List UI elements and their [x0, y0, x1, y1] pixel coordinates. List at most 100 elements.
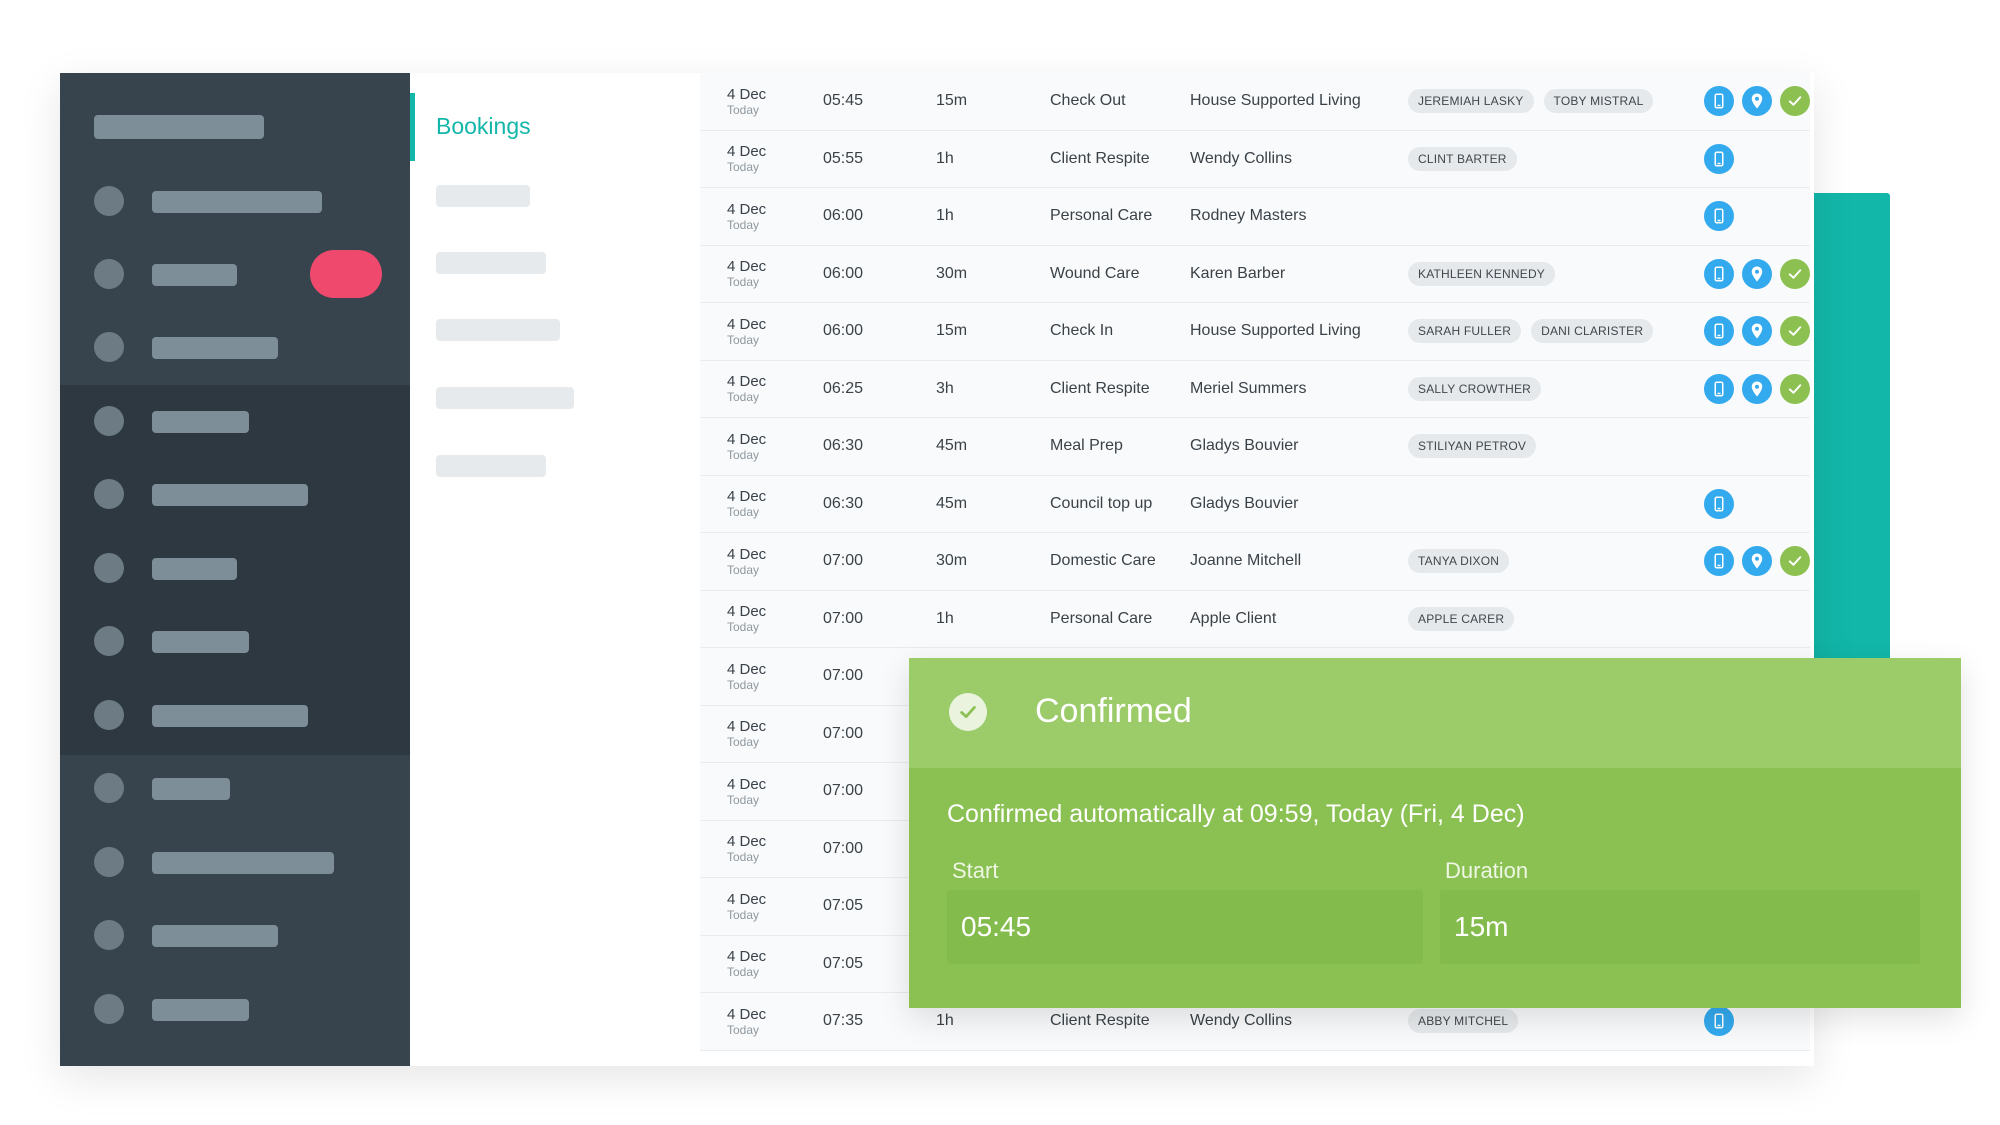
table-row[interactable]: 4 Dec Today 06:00 15m Check In House Supporte…: [700, 303, 1810, 361]
staff-badge[interactable]: DANI CLARISTER: [1531, 319, 1654, 343]
subnav-item-placeholder[interactable]: [436, 319, 560, 341]
sidebar-item[interactable]: [94, 553, 394, 583]
table-row[interactable]: 4 Dec Today 05:45 15m Check Out House Support…: [700, 73, 1810, 131]
staff-badge[interactable]: STILIYAN PETROV: [1408, 434, 1537, 458]
day-text: Today: [727, 850, 760, 864]
time-cell: 06:00: [823, 207, 864, 224]
sidebar-item-icon: [94, 332, 124, 362]
table-row[interactable]: 4 Dec Today 05:55 1h Client Respite Wendy Col…: [700, 130, 1810, 188]
sidebar-item-icon: [94, 994, 124, 1024]
staff-badge[interactable]: ABBY MITCHEL: [1408, 1009, 1519, 1033]
date-text: 4 Dec: [727, 775, 767, 793]
status-icons-cell: [1704, 131, 1734, 187]
staff-cell: SARAH FULLER DANI CLARISTER: [1408, 303, 1654, 359]
phone-icon[interactable]: [1704, 258, 1734, 289]
staff-badge[interactable]: JEREMIAH LASKY: [1408, 89, 1534, 113]
check-icon[interactable]: [1780, 86, 1810, 116]
table-row[interactable]: 4 Dec Today 06:00 30m Wound Care Karen Barber…: [700, 245, 1810, 303]
status-icons-cell: [1704, 73, 1810, 129]
table-row[interactable]: 4 Dec Today 07:00 30m Domestic Care Joanne Mi…: [700, 533, 1810, 591]
client-cell: Gladys Bouvier: [1190, 437, 1299, 454]
client-cell: Karen Barber: [1190, 264, 1286, 282]
start-field[interactable]: 05:45: [947, 890, 1423, 964]
staff-badge[interactable]: KATHLEEN KENNEDY: [1408, 261, 1556, 286]
booking-type-cell: Client Respite: [1050, 149, 1150, 167]
client-cell: Apple Client: [1190, 609, 1277, 627]
subnav-item-placeholder[interactable]: [436, 185, 530, 207]
sidebar-item[interactable]: [94, 479, 394, 509]
duration-cell: 15m: [936, 322, 968, 339]
sidebar-item[interactable]: [94, 920, 394, 950]
day-text: Today: [727, 102, 760, 117]
day-text: Today: [727, 390, 760, 404]
sidebar-item-label-placeholder: [152, 631, 249, 653]
table-row[interactable]: 4 Dec Today 06:00 1h Personal Care Rodney Mas…: [700, 188, 1810, 246]
table-row[interactable]: 4 Dec Today 06:30 45m Meal Prep Gladys Bouvie…: [700, 418, 1810, 476]
table-row[interactable]: 4 Dec Today 07:00 1h Personal Care Apple Clie…: [700, 590, 1810, 648]
notification-badge[interactable]: [310, 250, 382, 298]
subnav-item-bookings[interactable]: Bookings: [436, 113, 531, 140]
staff-badge[interactable]: APPLE CARER: [1408, 606, 1515, 631]
status-icons-cell: [1704, 303, 1810, 359]
phone-icon[interactable]: [1704, 488, 1734, 519]
booking-type-cell: Domestic Care: [1050, 552, 1156, 569]
location-icon[interactable]: [1742, 258, 1772, 289]
location-icon[interactable]: [1742, 316, 1772, 346]
day-text: Today: [727, 792, 760, 807]
check-icon[interactable]: [1780, 373, 1810, 404]
time-cell: 07:00: [823, 667, 864, 684]
date-text: 4 Dec: [727, 488, 767, 505]
booking-type-cell: Council top up: [1050, 494, 1153, 512]
location-icon[interactable]: [1742, 373, 1772, 404]
date-cell: 4 Dec Today: [727, 591, 766, 647]
date-text: 4 Dec: [727, 833, 767, 850]
check-icon[interactable]: [1780, 316, 1810, 346]
client-cell: Wendy Collins: [1190, 149, 1292, 167]
staff-cell: CLINT BARTER: [1408, 131, 1517, 187]
date-text: 4 Dec: [727, 718, 767, 735]
table-row[interactable]: 4 Dec Today 06:25 3h Client Respite Meriel Su…: [700, 360, 1810, 418]
sidebar-item-icon: [94, 700, 124, 730]
table-row[interactable]: 4 Dec Today 06:30 45m Council top up Gladys B…: [700, 475, 1810, 533]
date-text: 4 Dec: [727, 258, 767, 275]
location-icon[interactable]: [1742, 86, 1772, 116]
time-cell: 06:00: [823, 264, 864, 282]
subnav-item-placeholder[interactable]: [436, 387, 574, 409]
day-text: Today: [727, 677, 760, 692]
phone-icon[interactable]: [1704, 546, 1734, 576]
subnav-item-placeholder[interactable]: [436, 455, 546, 477]
check-icon[interactable]: [1780, 258, 1810, 289]
duration-field[interactable]: 15m: [1440, 890, 1920, 964]
phone-icon[interactable]: [1704, 143, 1734, 174]
date-text: 4 Dec: [727, 948, 767, 965]
phone-icon[interactable]: [1704, 373, 1734, 404]
staff-badge[interactable]: SALLY CROWTHER: [1408, 376, 1542, 401]
staff-badge[interactable]: CLINT BARTER: [1408, 146, 1517, 171]
sidebar-item[interactable]: [94, 847, 394, 877]
time-cell: 07:05: [823, 897, 864, 914]
time-cell: 06:00: [823, 322, 864, 339]
sidebar-item[interactable]: [94, 700, 394, 730]
day-text: Today: [727, 217, 760, 232]
sidebar-item[interactable]: [94, 332, 394, 362]
sidebar-item[interactable]: [94, 773, 394, 803]
phone-icon[interactable]: [1704, 201, 1734, 231]
phone-icon[interactable]: [1704, 316, 1734, 346]
check-icon[interactable]: [1780, 546, 1810, 576]
client-cell: Meriel Summers: [1190, 379, 1307, 397]
sidebar-item[interactable]: [94, 186, 394, 216]
staff-badge[interactable]: SARAH FULLER: [1408, 319, 1522, 343]
date-cell: 4 Dec Today: [727, 993, 766, 1049]
date-text: 4 Dec: [727, 603, 767, 620]
subnav-item-placeholder[interactable]: [436, 252, 546, 274]
sidebar-item-icon: [94, 479, 124, 509]
location-icon[interactable]: [1742, 546, 1772, 576]
sidebar-item[interactable]: [94, 406, 394, 436]
staff-badge[interactable]: TANYA DIXON: [1408, 549, 1510, 573]
duration-cell: 15m: [936, 92, 968, 109]
phone-icon[interactable]: [1704, 1006, 1734, 1036]
sidebar-item[interactable]: [94, 994, 394, 1024]
sidebar-item[interactable]: [94, 626, 394, 656]
phone-icon[interactable]: [1704, 86, 1734, 116]
staff-badge[interactable]: TOBY MISTRAL: [1543, 89, 1654, 113]
